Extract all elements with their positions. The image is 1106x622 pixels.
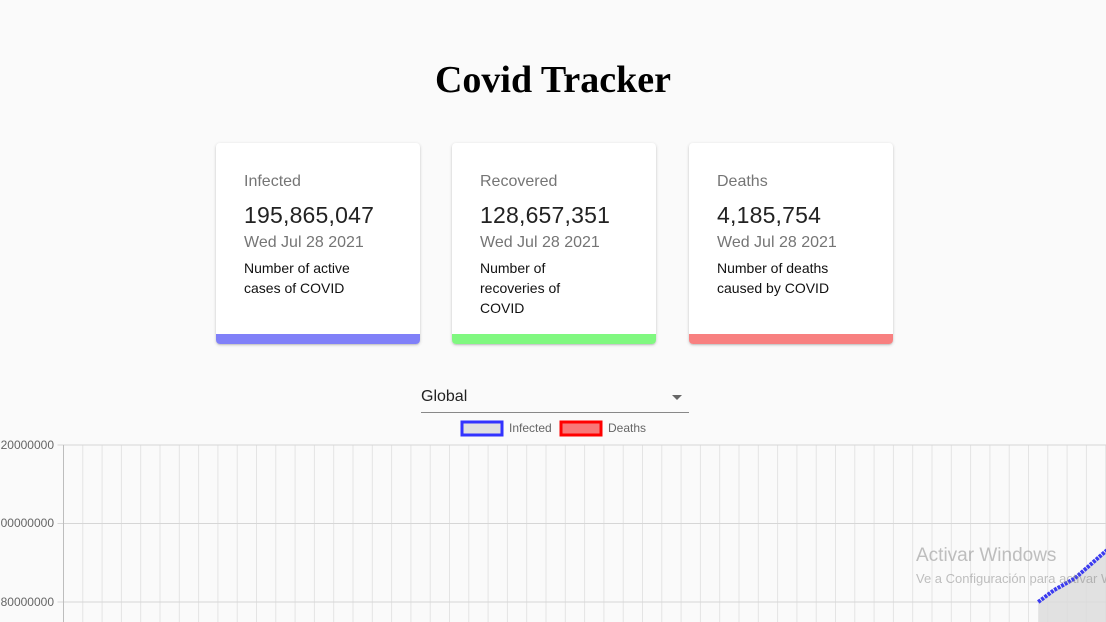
chart-grid xyxy=(57,444,1106,622)
recovered-card: Recovered 128,657,351 Wed Jul 28 2021 Nu… xyxy=(452,143,656,344)
infected-color-bar xyxy=(216,334,420,344)
chart-legend: Infected Deaths xyxy=(460,420,646,437)
infected-label: Infected xyxy=(244,173,301,190)
recovered-label: Recovered xyxy=(480,173,558,190)
legend-item-infected[interactable]: Infected xyxy=(460,420,552,437)
series-area-infected xyxy=(1038,550,1106,622)
country-select-value: Global xyxy=(421,388,468,405)
stats-cards: Infected 195,865,047 Wed Jul 28 2021 Num… xyxy=(216,143,893,344)
infected-count: 195,865,047 xyxy=(244,202,375,228)
infected-date: Wed Jul 28 2021 xyxy=(244,234,364,251)
country-select[interactable]: Global xyxy=(421,384,689,413)
deaths-color-bar xyxy=(689,334,893,344)
chart-series xyxy=(1037,548,1106,622)
deaths-date: Wed Jul 28 2021 xyxy=(717,234,837,251)
deaths-label: Deaths xyxy=(717,173,768,190)
recovered-description: Number of recoveries of COVID xyxy=(480,260,561,316)
line-chart: Infected Deaths 120000000 100000000 8000… xyxy=(0,420,1106,622)
page-title: Covid Tracker xyxy=(434,59,672,101)
infected-card: Infected 195,865,047 Wed Jul 28 2021 Num… xyxy=(216,143,420,344)
deaths-description: Number of deaths caused by COVID xyxy=(717,260,830,296)
legend-label-infected: Infected xyxy=(509,421,552,435)
legend-item-deaths[interactable]: Deaths xyxy=(559,420,646,437)
recovered-count: 128,657,351 xyxy=(480,202,611,228)
y-tick-label: 80000000 xyxy=(1,595,55,609)
y-tick-label: 100000000 xyxy=(0,516,54,530)
legend-swatch-infected xyxy=(460,420,504,437)
legend-swatch-deaths xyxy=(559,420,603,437)
chevron-down-icon xyxy=(672,395,682,400)
recovered-date: Wed Jul 28 2021 xyxy=(480,234,600,251)
deaths-count: 4,185,754 xyxy=(717,202,822,228)
y-tick-label: 120000000 xyxy=(0,438,54,452)
recovered-color-bar xyxy=(452,334,656,344)
legend-label-deaths: Deaths xyxy=(608,421,646,435)
infected-description: Number of active cases of COVID xyxy=(244,260,350,296)
deaths-card: Deaths 4,185,754 Wed Jul 28 2021 Number … xyxy=(689,143,893,344)
